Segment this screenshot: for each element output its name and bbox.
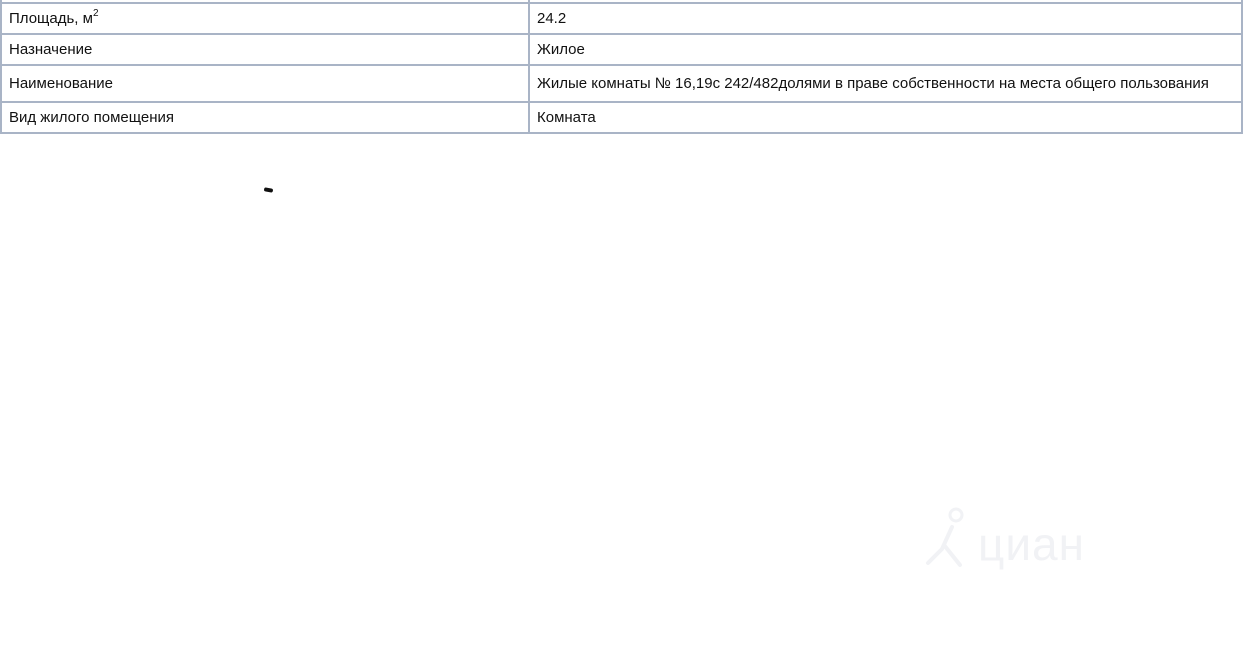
dwelling-type-label: Вид жилого помещения	[0, 101, 530, 134]
person-logo-icon	[926, 507, 964, 567]
purpose-value: Жилое	[528, 33, 1243, 66]
area-label-cell: Площадь, м2	[0, 2, 530, 35]
page: Площадь, м2 24.2 Назначение Жилое Наимен…	[0, 0, 1249, 648]
table-row-area: Площадь, м2 24.2	[0, 2, 1243, 35]
area-label: Площадь, м	[9, 10, 93, 27]
area-unit-superscript: 2	[92, 8, 99, 19]
area-value: 24.2	[528, 2, 1243, 35]
property-table: Площадь, м2 24.2 Назначение Жилое Наимен…	[0, 0, 1243, 134]
table-row-purpose: Назначение Жилое	[0, 33, 1243, 66]
stray-mark	[263, 187, 274, 193]
table-row-name: Наименование Жилые комнаты № 16,19с 242/…	[0, 64, 1243, 103]
purpose-label: Назначение	[0, 33, 530, 66]
dwelling-type-value: Комната	[528, 101, 1243, 134]
name-label: Наименование	[0, 64, 530, 103]
table-row-dwelling-type: Вид жилого помещения Комната	[0, 101, 1243, 134]
cian-watermark: циан	[920, 505, 1120, 575]
name-value: Жилые комнаты № 16,19с 242/482долями в п…	[528, 64, 1243, 103]
watermark-text: циан	[978, 518, 1086, 570]
